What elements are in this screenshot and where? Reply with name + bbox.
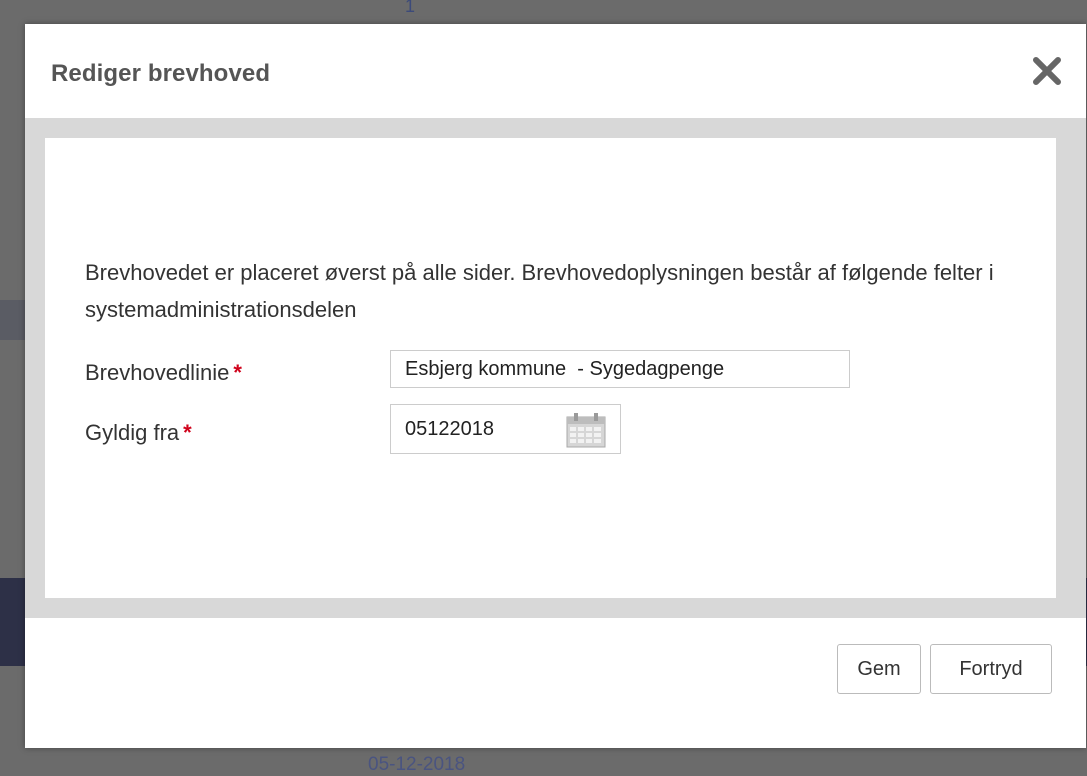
save-button[interactable]: Gem bbox=[837, 644, 921, 694]
header-line-input[interactable] bbox=[390, 350, 850, 388]
calendar-icon bbox=[566, 413, 606, 448]
background-date: 05-12-2018 bbox=[368, 754, 466, 775]
dialog-header: Rediger brevhoved bbox=[25, 24, 1086, 118]
valid-from-label-text: Gyldig fra bbox=[85, 420, 180, 445]
valid-from-input[interactable] bbox=[391, 405, 551, 453]
calendar-button[interactable] bbox=[566, 412, 606, 448]
dialog-body: Brevhovedet er placeret øverst på alle s… bbox=[45, 138, 1056, 598]
description-text: Brevhovedet er placeret øverst på alle s… bbox=[85, 260, 994, 322]
required-marker: * bbox=[233, 360, 242, 385]
header-line-label: Brevhovedlinie * bbox=[85, 360, 242, 386]
dialog-body-frame: Brevhovedet er placeret øverst på alle s… bbox=[25, 118, 1086, 618]
valid-from-datepicker bbox=[390, 404, 621, 454]
required-marker: * bbox=[183, 420, 192, 445]
dialog-title: Rediger brevhoved bbox=[51, 60, 271, 87]
background-text-fragment: 1 bbox=[405, 0, 416, 16]
header-line-label-text: Brevhovedlinie bbox=[85, 360, 230, 385]
edit-letterhead-dialog: Rediger brevhoved Brevhovedet er placere… bbox=[25, 24, 1086, 748]
cancel-button[interactable]: Fortryd bbox=[930, 644, 1052, 694]
close-button[interactable] bbox=[1030, 54, 1064, 88]
valid-from-label: Gyldig fra * bbox=[85, 420, 192, 446]
close-icon bbox=[1033, 57, 1061, 85]
